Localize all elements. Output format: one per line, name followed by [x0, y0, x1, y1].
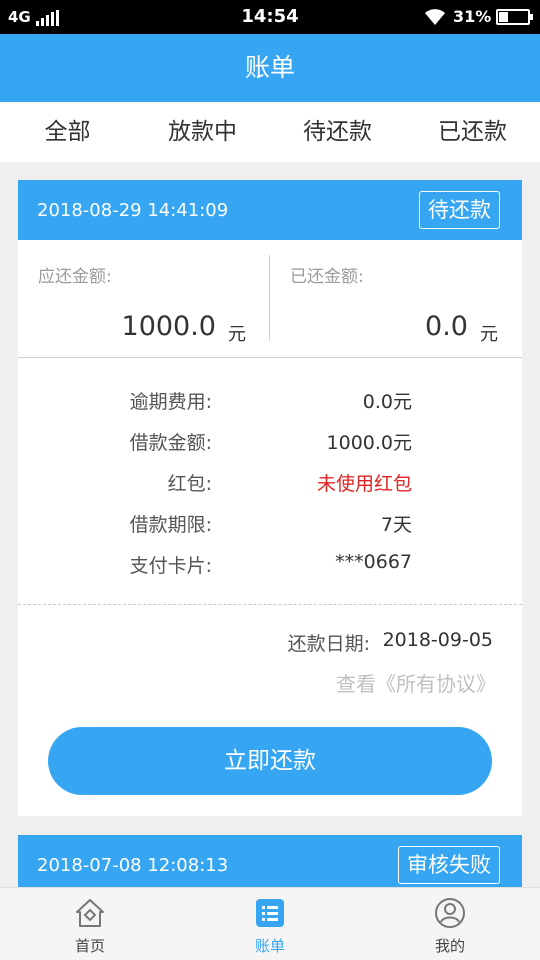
repay-date-label: 还款日期:: [287, 633, 370, 655]
amount-divider: [269, 255, 270, 341]
loan-amount-value: 1000.0元: [326, 432, 412, 454]
overdue-fee-label: 逾期费用:: [129, 391, 212, 413]
bill-card: 2018-08-29 14:41:09 待还款 应还金额: 1000.0 元 已…: [18, 180, 522, 816]
nav-home-label: 首页: [74, 937, 105, 955]
status-badge: 待还款: [419, 191, 500, 229]
battery-fill: [499, 12, 508, 22]
red-packet-value: 未使用红包: [316, 473, 412, 495]
repay-now-button[interactable]: 立即还款: [48, 727, 492, 795]
tab-all[interactable]: 全部: [0, 102, 135, 162]
paid-amount-unit: 元: [480, 324, 498, 345]
bill-datetime: 2018-07-08 12:08:13: [37, 855, 229, 876]
loan-amount-label: 借款金额:: [129, 432, 212, 454]
overdue-fee-value: 0.0元: [362, 391, 412, 413]
bill-card-header: 2018-07-08 12:08:13 审核失败: [18, 835, 522, 895]
bill-card-header: 2018-08-29 14:41:09 待还款: [18, 180, 522, 240]
nav-bills-label: 账单: [254, 937, 285, 955]
bottom-nav: 首页 账单 我的: [0, 887, 540, 960]
filter-tabs: 全部 放款中 待还款 已还款: [0, 102, 540, 162]
tab-pending-repayment[interactable]: 待还款: [270, 102, 405, 162]
status-badge: 审核失败: [398, 846, 500, 884]
due-amount-unit: 元: [228, 324, 246, 345]
profile-icon: [435, 898, 465, 928]
bill-list-icon: [256, 899, 284, 927]
payment-card-value: ***0667: [335, 551, 412, 573]
nav-home[interactable]: 首页: [0, 888, 180, 960]
due-amount-value: 1000.0: [121, 311, 216, 342]
nav-profile-label: 我的: [434, 937, 465, 955]
loan-term-label: 借款期限:: [129, 514, 212, 536]
view-agreements-link[interactable]: 查看《所有协议》: [336, 668, 496, 697]
loan-term-value: 7天: [380, 514, 412, 536]
payment-card-label: 支付卡片:: [129, 555, 212, 577]
repay-date-value: 2018-09-05: [382, 629, 493, 651]
paid-amount-label: 已还金额:: [290, 267, 364, 287]
battery-icon: [496, 9, 533, 25]
amount-summary: 应还金额: 1000.0 元 已还金额: 0.0 元: [18, 240, 522, 358]
red-packet-label: 红包:: [167, 473, 212, 495]
bill-datetime: 2018-08-29 14:41:09: [37, 200, 229, 221]
wifi-icon: [425, 9, 445, 25]
tab-repaid[interactable]: 已还款: [405, 102, 540, 162]
nav-profile[interactable]: 我的: [360, 888, 540, 960]
bill-card: 2018-07-08 12:08:13 审核失败: [18, 835, 522, 895]
battery-percent: 31%: [453, 7, 492, 26]
paid-amount-value: 0.0: [425, 311, 468, 342]
page-title: 账单: [0, 34, 540, 102]
status-bar: 4G 14:54 31%: [0, 0, 540, 34]
tab-disbursing[interactable]: 放款中: [135, 102, 270, 162]
nav-bills[interactable]: 账单: [180, 888, 360, 960]
home-icon: [76, 899, 104, 927]
due-amount-label: 应还金额:: [38, 267, 112, 287]
bill-details: 逾期费用: 0.0元 借款金额: 1000.0元 红包: 未使用红包 借款期限:…: [18, 358, 522, 605]
